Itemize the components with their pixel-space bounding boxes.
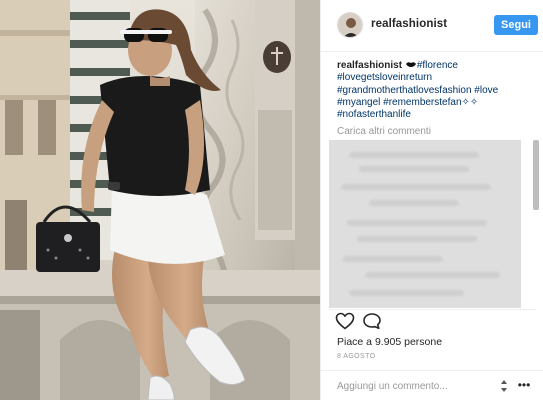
post-photo[interactable] xyxy=(0,0,320,400)
blur-line xyxy=(357,236,477,242)
add-comment-input[interactable] xyxy=(337,378,487,394)
likes-count[interactable]: Piace a 9.905 persone xyxy=(337,336,442,348)
caption-line-1: realfashionist #florence xyxy=(337,60,537,72)
follow-button[interactable]: Segui xyxy=(494,15,538,35)
ellipsis-icon[interactable]: ••• xyxy=(517,379,531,393)
caption-line-5[interactable]: #nofasterthanlife xyxy=(337,109,537,121)
blur-line xyxy=(365,272,500,278)
divider xyxy=(329,309,536,310)
caption-line-2[interactable]: #lovegetsloveinreturn xyxy=(337,72,537,84)
blur-line xyxy=(349,290,464,296)
blur-line xyxy=(343,256,443,262)
caption-line-4[interactable]: #myangel #rememberstefan✧✧ xyxy=(337,97,537,109)
post-header: realfashionist Segui xyxy=(321,0,543,52)
caption: realfashionist #florence #lovegetslovein… xyxy=(337,60,537,121)
header-username[interactable]: realfashionist xyxy=(371,18,447,30)
add-comment-bar: ••• xyxy=(321,370,543,400)
hashtag-florence[interactable]: #florence xyxy=(417,60,458,71)
blur-line xyxy=(347,220,487,226)
heart-icon[interactable] xyxy=(335,312,355,330)
post-date: 8 AGOSTO xyxy=(337,353,376,360)
blur-line xyxy=(369,200,459,206)
post-side-panel: realfashionist Segui realfashionist #flo… xyxy=(320,0,543,400)
lips-icon xyxy=(405,62,416,67)
blur-line xyxy=(359,166,469,172)
comments-scrollbar[interactable] xyxy=(533,140,539,210)
blur-line xyxy=(349,152,479,158)
avatar[interactable] xyxy=(337,12,363,38)
caption-line-3[interactable]: #grandmotherthatlovesfashion #love xyxy=(337,85,537,97)
blurred-comments xyxy=(329,140,521,308)
load-more-comments[interactable]: Carica altri commenti xyxy=(337,126,431,137)
likes-text[interactable]: Piace a 9.905 persone xyxy=(337,336,442,348)
scroll-stepper-icon[interactable] xyxy=(501,380,507,392)
caption-username[interactable]: realfashionist xyxy=(337,60,402,71)
photo-illustration xyxy=(0,0,320,400)
blur-line xyxy=(341,184,491,190)
comment-bubble-icon[interactable] xyxy=(362,312,382,330)
